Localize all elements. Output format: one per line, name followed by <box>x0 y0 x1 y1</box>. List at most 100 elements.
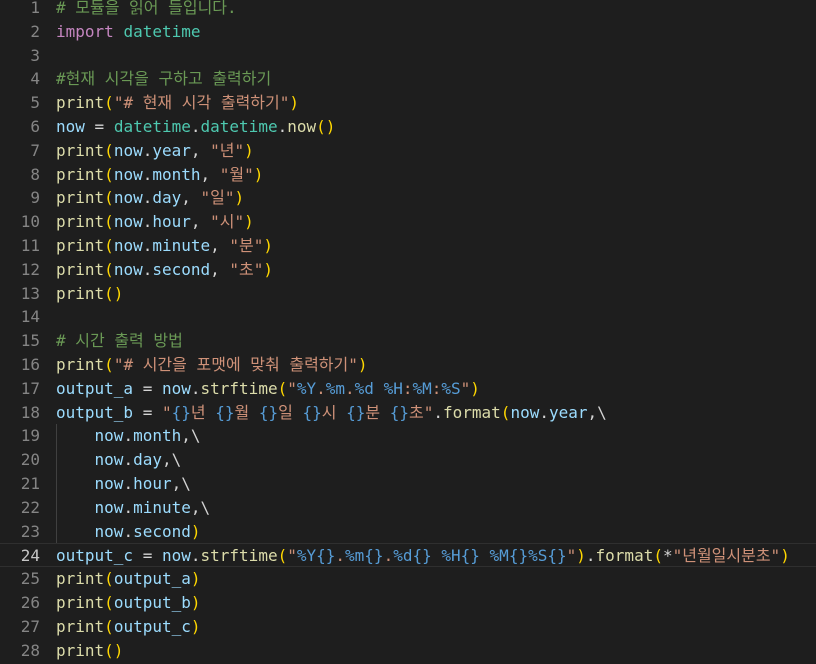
code-line[interactable]: 7 print(now.year, "년") <box>0 139 816 163</box>
code-text[interactable]: print(output_a) <box>56 567 201 591</box>
code-line[interactable]: 28 print() <box>0 639 816 663</box>
line-number: 1 <box>30 0 40 17</box>
code-line[interactable]: 4 #현재 시각을 구하고 출력하기 <box>0 67 816 91</box>
code-text[interactable]: now.month,\ <box>56 424 201 448</box>
code-token: 월 <box>234 402 259 422</box>
code-token: "일" <box>200 188 235 208</box>
code-token: %Y <box>296 546 317 566</box>
code-token: ) <box>234 188 245 208</box>
code-token: , <box>210 236 230 255</box>
code-token: () <box>316 117 336 136</box>
code-text[interactable]: now.day,\ <box>56 448 182 472</box>
code-token: print <box>56 569 105 589</box>
code-line[interactable]: 21 now.hour,\ <box>0 472 816 496</box>
code-token: month <box>152 164 201 184</box>
code-text[interactable]: output_c = now.strftime("%Y{}.%m{}.%d{} … <box>56 544 790 568</box>
code-text[interactable]: print() <box>56 282 123 306</box>
code-line[interactable]: 12 print(now.second, "초") <box>0 258 816 282</box>
code-line[interactable]: 14 <box>0 305 816 329</box>
line-number: 12 <box>20 259 40 279</box>
code-text[interactable]: print("# 현재 시각 출력하기") <box>56 91 299 115</box>
code-text[interactable]: output_b = "{}년 {}월 {}일 {}시 {}분 {}초".for… <box>56 401 607 425</box>
code-token: ( <box>104 93 114 113</box>
code-line[interactable]: 6 now = datetime.datetime.now() <box>0 115 816 139</box>
code-token: now <box>161 546 191 566</box>
code-token: now <box>113 259 143 279</box>
code-line[interactable]: 16 print("# 시간을 포맷에 맞춰 출력하기") <box>0 353 816 377</box>
code-line[interactable]: 24 output_c = now.strftime("%Y{}.%m{}.%d{… <box>0 543 816 568</box>
code-line[interactable]: 13 print() <box>0 282 816 306</box>
code-token: = <box>133 378 162 398</box>
code-text[interactable]: print(now.month, "월") <box>56 163 263 187</box>
code-text[interactable]: print(now.year, "년") <box>56 139 254 163</box>
code-token: print <box>56 93 105 113</box>
code-text[interactable]: #현재 시각을 구하고 출력하기 <box>56 67 271 91</box>
code-line[interactable]: 5 print("# 현재 시각 출력하기") <box>0 91 816 115</box>
code-text[interactable]: now.second) <box>56 520 201 544</box>
code-token: " <box>161 402 172 422</box>
code-text[interactable]: import datetime <box>56 20 201 44</box>
code-line[interactable]: 15 # 시간 출력 방법 <box>0 329 816 353</box>
code-text[interactable]: # 모듈을 읽어 들입니다. <box>56 0 237 20</box>
code-line[interactable]: 10 print(now.hour, "시") <box>0 210 816 234</box>
code-token: "월" <box>219 164 254 184</box>
code-text[interactable]: print(now.minute, "분") <box>56 234 273 258</box>
line-number: 10 <box>20 212 40 232</box>
code-line[interactable]: 27 print(output_c) <box>0 615 816 639</box>
code-text[interactable]: print(now.second, "초") <box>56 258 273 282</box>
code-line[interactable]: 17 output_a = now.strftime("%Y.%m.%d %H:%… <box>0 377 816 401</box>
line-number: 8 <box>30 164 40 184</box>
code-line[interactable]: 2 import datetime <box>0 20 816 44</box>
code-token: now <box>113 236 143 255</box>
code-token: {} <box>346 402 366 422</box>
code-token: %Y <box>296 378 317 398</box>
code-text[interactable]: output_a = now.strftime("%Y.%m.%d %H:%M:… <box>56 377 480 401</box>
code-text[interactable]: print(now.day, "일") <box>56 186 244 210</box>
code-token: "년월일시분초" <box>672 546 781 566</box>
code-token: now <box>287 117 317 136</box>
line-number: 14 <box>20 307 40 327</box>
line-number: 18 <box>20 402 40 422</box>
code-text[interactable]: now = datetime.datetime.now() <box>56 115 335 139</box>
code-line[interactable]: 9 print(now.day, "일") <box>0 186 816 210</box>
code-text[interactable]: print(output_b) <box>56 591 201 615</box>
code-token: second <box>152 259 211 279</box>
code-text[interactable]: print() <box>56 639 123 663</box>
code-line[interactable]: 18 output_b = "{}년 {}월 {}일 {}시 {}분 {}초".f… <box>0 401 816 425</box>
code-token: now <box>94 426 124 446</box>
code-token: %M <box>489 546 509 566</box>
code-token: ,\ <box>181 426 201 446</box>
code-line[interactable]: 1 # 모듈을 읽어 들입니다. <box>0 0 816 20</box>
code-token: print <box>56 140 105 160</box>
code-text[interactable]: now.minute,\ <box>56 496 211 520</box>
code-token: %S <box>528 546 548 566</box>
code-token: minute <box>133 497 191 517</box>
code-line[interactable]: 25 print(output_a) <box>0 567 816 591</box>
code-token: . <box>316 378 326 398</box>
code-text[interactable]: print(now.hour, "시") <box>56 210 254 234</box>
code-line[interactable]: 23 now.second) <box>0 520 816 544</box>
code-token: . <box>190 546 201 566</box>
code-text[interactable]: print("# 시간을 포맷에 맞춰 출력하기") <box>56 353 368 377</box>
code-line[interactable]: 26 print(output_b) <box>0 591 816 615</box>
code-token: . <box>190 117 201 136</box>
code-line[interactable]: 20 now.day,\ <box>0 448 816 472</box>
code-line[interactable]: 22 now.minute,\ <box>0 496 816 520</box>
code-token: = <box>133 546 162 566</box>
code-line[interactable]: 3 <box>0 44 816 68</box>
code-text[interactable]: now.hour,\ <box>56 472 191 496</box>
code-token: {} <box>316 546 336 566</box>
code-token: %H <box>383 378 403 398</box>
code-text[interactable]: # 시간 출력 방법 <box>56 329 183 353</box>
code-token: output_c <box>113 616 191 636</box>
indent-guide <box>56 424 57 544</box>
code-text[interactable]: print(output_c) <box>56 615 201 639</box>
code-editor[interactable]: 1 # 모듈을 읽어 들입니다. 2 import datetime 3 4 #현재 시각을… <box>0 0 816 664</box>
code-line[interactable]: 19 now.month,\ <box>0 424 816 448</box>
code-line[interactable]: 11 print(now.minute, "분") <box>0 234 816 258</box>
code-token: ( <box>104 164 114 184</box>
line-number: 16 <box>20 355 40 374</box>
code-token: " <box>287 378 297 398</box>
code-line[interactable]: 8 print(now.month, "월") <box>0 163 816 187</box>
code-token: {} <box>389 402 409 422</box>
